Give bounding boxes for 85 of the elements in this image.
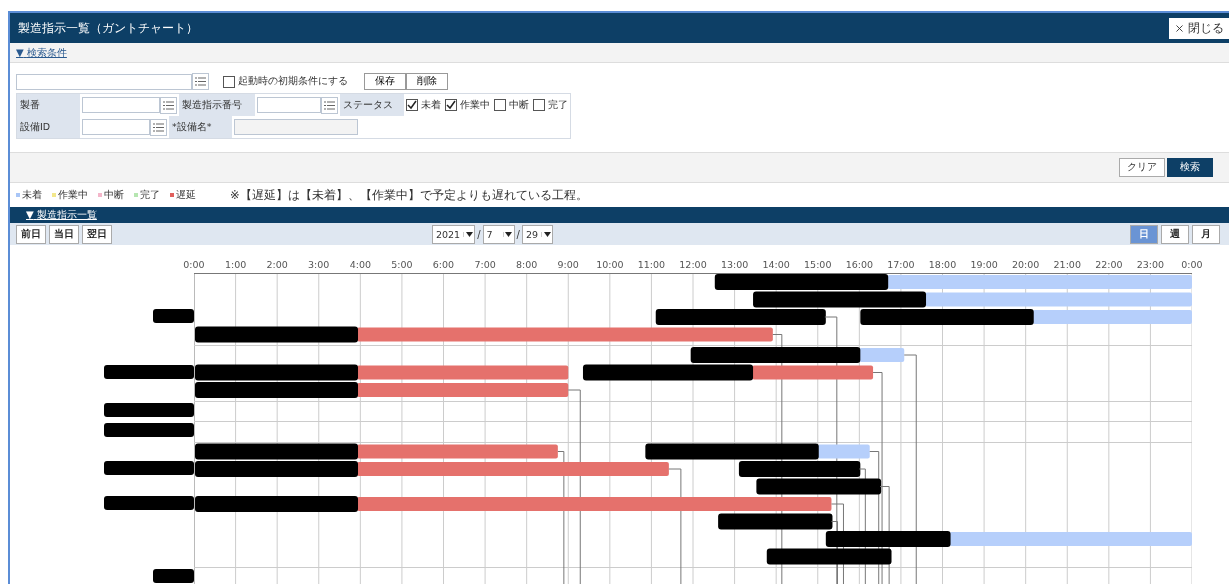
legend-label: 未着 [22,188,42,202]
checkbox[interactable] [494,99,506,111]
list-icon [195,77,206,86]
save-button[interactable]: 保存 [364,73,406,90]
hour-label: 14:00 [762,259,790,270]
field-label: 製番 [17,94,80,116]
day-button[interactable]: 前日 [16,224,46,244]
redacted-label [153,569,194,584]
checkmark-icon [407,100,417,110]
close-button[interactable]: 閉じる [1169,17,1229,39]
hour-label: 1:00 [224,259,247,270]
hour-label: 0:00 [1181,259,1203,270]
view-tab[interactable]: 月 [1192,224,1220,244]
window-title: 製造指示一覧（ガントチャート） [18,19,198,37]
close-icon [1174,22,1185,34]
day-button[interactable]: 当日 [49,224,79,244]
instruction-list-link[interactable]: ▼ 製造指示一覧 [26,208,97,222]
hour-label: 6:00 [432,259,455,270]
legend-label: 遅延 [176,188,196,202]
search-button[interactable]: 検索 [1167,158,1213,177]
checkbox-label: 完了 [548,98,568,112]
search-conditions-link[interactable]: ▼ 検索条件 [16,45,67,60]
year-select[interactable]: 2021 [431,224,476,244]
hour-label: 2:00 [266,259,288,270]
input-field[interactable] [257,97,321,113]
list-button[interactable] [160,96,177,114]
legend-label: 完了 [140,188,160,202]
hour-label: 7:00 [474,259,496,270]
date-separator: / [477,228,481,240]
hour-label: 19:00 [970,259,998,270]
hour-label: 0:00 [183,259,205,270]
hour-label: 4:00 [349,259,371,270]
field-label: *設備名* [169,116,232,138]
redacted-label [153,309,194,324]
hour-label: 16:00 [845,259,873,270]
hour-label: 17:00 [887,259,915,270]
view-tab[interactable]: 週 [1161,224,1189,244]
hour-label: 9:00 [557,259,579,270]
field-label: 設備ID [17,116,80,138]
list-icon [163,100,174,110]
legend-label: 中断 [104,188,124,202]
hour-label: 5:00 [391,259,413,270]
legend-label: 作業中 [58,188,88,202]
field-label: 製造指示番号 [179,94,255,116]
hour-label: 8:00 [516,259,538,270]
checkbox-label: 未着 [421,98,441,112]
hour-label: 21:00 [1053,259,1081,270]
preset-field[interactable] [16,73,192,90]
list-icon [153,122,164,132]
date-separator: / [516,228,520,240]
field-label: ステータス [340,94,404,116]
list-button[interactable] [192,73,209,90]
checkmark-icon [446,100,456,110]
checkbox[interactable] [445,99,457,111]
checkbox-label: 作業中 [460,98,490,112]
hour-label: 15:00 [804,259,832,270]
hour-label: 10:00 [596,259,624,270]
list-button[interactable] [150,118,167,136]
dropdown-arrow-icon [543,231,551,237]
hour-label: 20:00 [1011,259,1040,270]
checkbox-label: 起動時の初期条件にする [238,75,348,88]
checkbox[interactable] [223,75,235,88]
input-field[interactable] [234,119,358,135]
hour-label: 11:00 [637,259,666,270]
list-button[interactable] [321,96,338,114]
input-field[interactable] [82,97,160,113]
hour-label: 12:00 [679,259,707,270]
month-select[interactable]: 7 [482,224,515,244]
day-select[interactable]: 29 [521,224,554,244]
checkbox[interactable] [406,99,418,111]
hour-label: 3:00 [308,259,330,270]
delete-button[interactable]: 削除 [406,73,448,90]
hour-label: 13:00 [720,259,749,270]
input-field[interactable] [82,119,150,135]
checkbox[interactable] [533,99,545,111]
dropdown-arrow-icon [465,231,473,237]
checkbox-label: 中断 [509,98,529,112]
hour-label: 18:00 [928,259,957,270]
dropdown-arrow-icon [505,231,513,237]
clear-button[interactable]: クリア [1119,158,1165,177]
list-icon [324,100,335,110]
hour-label: 23:00 [1136,259,1165,270]
legend-note: ※【遅延】は【未着】、【作業中】で予定よりも遅れている工程。 [230,187,588,203]
day-button[interactable]: 翌日 [82,224,112,244]
hour-label: 22:00 [1095,259,1123,270]
